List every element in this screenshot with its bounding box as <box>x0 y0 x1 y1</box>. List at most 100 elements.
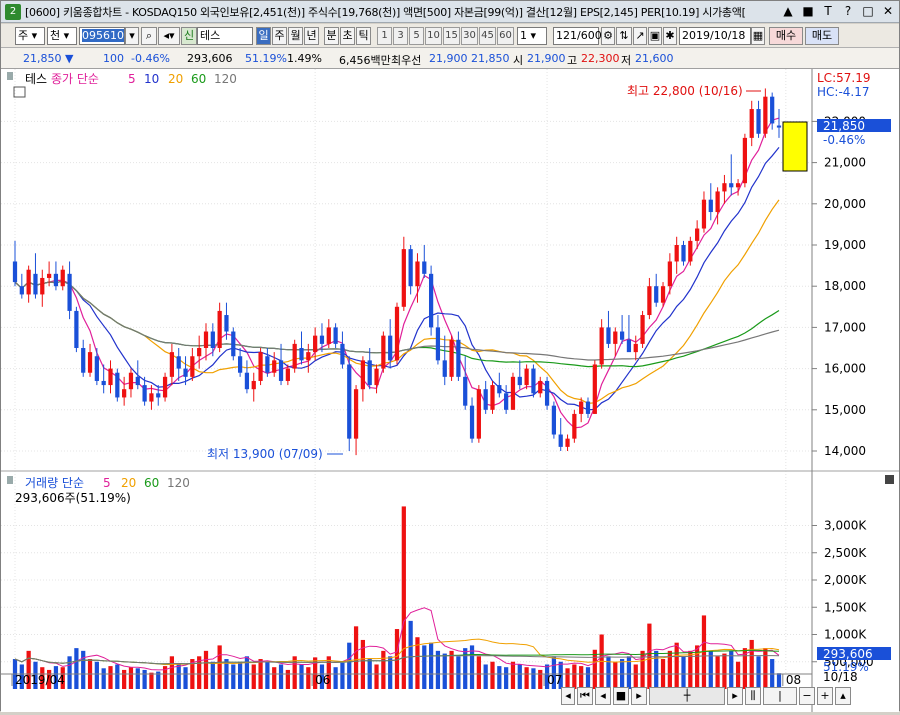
candle-body <box>74 310 79 348</box>
close-icon[interactable]: ✕ <box>881 3 895 19</box>
interval-button-30[interactable]: 30 <box>461 27 478 45</box>
volume-bar <box>381 650 386 689</box>
volume-bar <box>81 650 86 689</box>
volume-bar <box>497 666 502 689</box>
scroll-up-icon[interactable]: ▴ <box>835 687 851 705</box>
interval-button-60[interactable]: 60 <box>497 27 514 45</box>
quote-volume: 293,606 <box>187 52 233 65</box>
zoom-slider[interactable]: | <box>763 687 797 705</box>
period-button-month[interactable]: 월 <box>288 27 303 45</box>
market-badge: 신 <box>181 27 197 45</box>
scroll-right-icon[interactable]: ▸ <box>727 687 743 705</box>
candle-body <box>606 327 611 344</box>
settings-icon[interactable]: ✱ <box>663 27 677 45</box>
interval-button-10[interactable]: 10 <box>425 27 442 45</box>
next-icon[interactable]: ▸ <box>631 687 647 705</box>
maximize-icon[interactable]: □ <box>861 3 875 19</box>
layout-icon[interactable]: ■ <box>801 3 815 19</box>
interval-button-1[interactable]: 1 <box>377 27 392 45</box>
quote-change-pct: -0.46% <box>131 52 170 65</box>
date-field[interactable]: 2019/10/18 <box>679 27 751 45</box>
scroll-track[interactable]: ┼ <box>649 687 725 705</box>
zoom-in-icon[interactable]: + <box>817 687 833 705</box>
search-icon[interactable]: ⌕ <box>141 27 157 45</box>
volume-bar <box>101 668 106 689</box>
mode-select[interactable]: 주 ▾ <box>15 27 45 45</box>
pause-icon[interactable]: ■ <box>613 687 629 705</box>
candle-body <box>347 364 352 439</box>
save-icon[interactable]: ▣ <box>648 27 662 45</box>
pin-icon[interactable]: ▲ <box>781 3 795 19</box>
candle-body <box>640 315 645 344</box>
candle-body <box>770 96 775 124</box>
volume-bar <box>108 666 113 689</box>
interval-button-3[interactable]: 3 <box>393 27 408 45</box>
tool-icon[interactable]: ⚙ <box>601 27 615 45</box>
count-field[interactable]: 121/600 <box>553 27 602 45</box>
period-button-minute[interactable]: 분 <box>324 27 339 45</box>
candle-body <box>483 389 488 410</box>
candle-body <box>108 368 113 386</box>
candle-body <box>367 360 372 386</box>
candle-body <box>463 376 468 406</box>
volume-summary: 293,606주(51.19%) <box>15 491 131 505</box>
sell-button[interactable]: 매도 <box>805 27 839 45</box>
volume-bar <box>613 661 618 689</box>
candle-body <box>46 273 52 278</box>
unit-select[interactable]: 천 ▾ <box>47 27 77 45</box>
volume-bar <box>183 667 188 689</box>
candle-body <box>272 360 277 373</box>
stock-code-input[interactable]: 095610 <box>79 27 125 45</box>
calendar-icon[interactable]: ▦ <box>751 27 765 45</box>
trend-icon[interactable]: ↗ <box>633 27 647 45</box>
candle-body <box>360 360 366 390</box>
scroll-left-icon[interactable]: ◂ <box>561 687 575 705</box>
volume-bar <box>483 664 488 689</box>
chart-area[interactable]: 14,000 15,000 16,000 17,000 18,000 19,000 20,0… <box>1 69 899 712</box>
panel-close-icon[interactable] <box>885 475 894 484</box>
period-button-second[interactable]: 초 <box>340 27 355 45</box>
candle-body <box>715 191 720 213</box>
candle-body <box>353 389 359 439</box>
interval-button-15[interactable]: 15 <box>443 27 460 45</box>
candle-body <box>674 245 679 262</box>
volume-tick-label: 2,000K <box>824 573 867 587</box>
candle-body <box>53 273 59 287</box>
sound-icon[interactable]: ◂▾ <box>158 27 180 45</box>
ma5-legend: 5 <box>128 72 136 86</box>
mode-select-value: 주 <box>18 29 29 42</box>
volume-bar <box>210 661 215 689</box>
volume-panel-handle-icon[interactable] <box>7 476 13 484</box>
candle-body <box>408 249 413 287</box>
jump-start-icon[interactable]: ⏮ <box>577 687 593 705</box>
candle-body <box>613 331 618 344</box>
interval-select[interactable]: 1 ▾ <box>517 27 547 45</box>
zoom-out-icon[interactable]: − <box>799 687 815 705</box>
pattern-icon[interactable]: ⇅ <box>616 27 632 45</box>
panel-handle-icon[interactable] <box>7 72 13 80</box>
price-tick-label: 17,000 <box>824 320 866 334</box>
candle-body <box>251 380 256 390</box>
interval-button-45[interactable]: 45 <box>479 27 496 45</box>
period-button-year[interactable]: 년 <box>304 27 319 45</box>
price-panel-name: 테스 <box>25 72 47 86</box>
candle-body <box>210 331 215 348</box>
candle-body <box>333 327 338 344</box>
candle-body <box>306 352 311 361</box>
interval-button-5[interactable]: 5 <box>409 27 424 45</box>
interval-select-value: 1 <box>520 29 527 42</box>
candle-body <box>688 240 693 262</box>
zoom-split-icon[interactable]: ⫼ <box>745 687 761 705</box>
help-icon[interactable]: ? <box>841 3 855 19</box>
period-button-week[interactable]: 주 <box>272 27 287 45</box>
text-icon[interactable]: T <box>821 3 835 19</box>
candle-body <box>558 434 563 447</box>
period-button-tick[interactable]: 틱 <box>356 27 371 45</box>
period-button-day[interactable]: 일 <box>256 27 271 45</box>
volume-bar <box>524 667 529 689</box>
prev-icon[interactable]: ◂ <box>595 687 611 705</box>
volume-bar <box>763 648 768 689</box>
code-dropdown-button[interactable]: ▾ <box>125 27 139 45</box>
candle-body <box>217 310 222 348</box>
buy-button[interactable]: 매수 <box>769 27 803 45</box>
